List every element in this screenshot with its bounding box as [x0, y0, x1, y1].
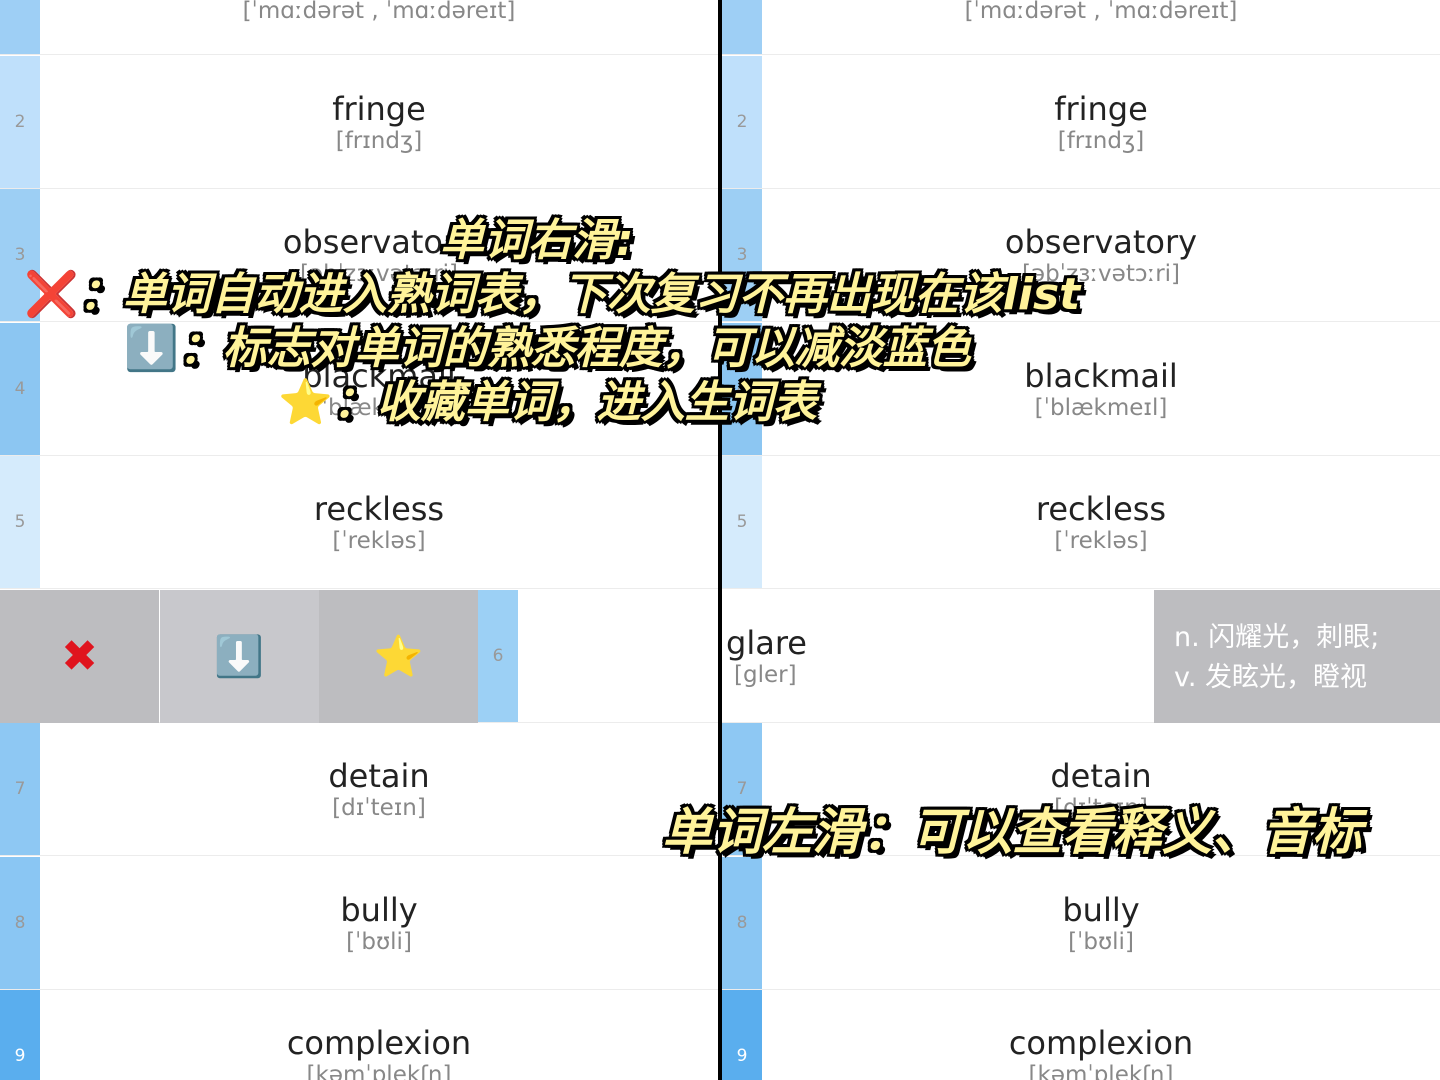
word-text: glare: [726, 623, 807, 662]
word-row[interactable]: 2 fringe [frɪndʒ]: [0, 55, 718, 189]
phonetic-text: [kəmˈplekʃn]: [306, 1062, 452, 1080]
caption-left-swipe: 单词左滑：可以查看释义、音标: [662, 803, 1362, 861]
word-text: fringe: [1054, 89, 1148, 128]
caption-star: ⭐：收藏单词，进入生词表: [278, 366, 817, 430]
familiarity-button[interactable]: ⬇️: [159, 589, 319, 723]
phonetic-text: [ˈbʊli]: [1068, 928, 1134, 955]
index-strip: 8: [722, 856, 762, 989]
word-row[interactable]: 5 reckless [ˈrekləs]: [722, 456, 1440, 589]
word-row[interactable]: ✖ ⬇️ ⭐ 6: [0, 589, 718, 723]
phonetic-text: [ˈblækmeɪl]: [1034, 394, 1168, 421]
x-icon: ❌: [24, 269, 79, 320]
index-strip: 8: [0, 856, 40, 989]
word-text: complexion: [1008, 1024, 1194, 1062]
phonetic-text: [ˈrekləs]: [332, 528, 426, 554]
word-text: reckless: [1035, 490, 1167, 528]
word-text: bully: [1062, 890, 1140, 929]
index-strip: 5: [722, 456, 762, 588]
index-strip: 5: [0, 456, 40, 588]
phonetic-text: [gler]: [734, 661, 797, 688]
right-panel: 1 [ˈmɑːdərət , ˈmɑːdəreɪt] 2 fringe[frɪndʒ]…: [722, 0, 1440, 1080]
word-row[interactable]: 8 bully [ˈbʊli]: [722, 856, 1440, 990]
definition-line: v. 发眩光，瞪视: [1174, 661, 1368, 693]
word-row[interactable]: 5 reckless [ˈrekləs]: [0, 456, 718, 589]
index-strip: 4: [0, 322, 40, 455]
phonetic-text: [frɪndʒ]: [335, 127, 423, 154]
index-strip: 7: [0, 723, 40, 855]
phonetic-text: [kəmˈplekʃn]: [1028, 1062, 1174, 1080]
index-strip: 2: [722, 55, 762, 188]
word-row[interactable]: 1 [ˈmɑːdərət , ˈmɑːdəreɪt]: [722, 0, 1440, 55]
index-strip: 2: [0, 55, 40, 188]
down-arrow-icon: ⬇️: [124, 323, 179, 374]
word-row[interactable]: 9 complexion [kəmˈplekʃn]: [722, 990, 1440, 1080]
word-row[interactable]: 8 bully [ˈbʊli]: [0, 856, 718, 990]
phonetic-text: [dɪˈteɪn]: [332, 795, 426, 821]
word-text: complexion: [286, 1024, 472, 1062]
word-row[interactable]: 7 detain [dɪˈteɪn]: [0, 723, 718, 856]
phonetic-text: [ˈmɑːdərət , ˈmɑːdəreɪt]: [242, 0, 516, 24]
index-strip: 9: [722, 990, 762, 1080]
star-icon: ⭐: [278, 377, 333, 428]
favorite-button[interactable]: ⭐: [319, 589, 478, 723]
word-text: bully: [340, 890, 418, 929]
mastered-button[interactable]: ✖: [0, 589, 159, 723]
word-row[interactable]: 9 complexion [kəmˈplekʃn]: [0, 990, 718, 1080]
word-row[interactable]: 1 [ˈmɑːdərət , ˈmɑːdəreɪt]: [0, 0, 718, 55]
phonetic-text: [ˈrekləs]: [1054, 528, 1148, 554]
definition-line: n. 闪耀光，刺眼;: [1174, 621, 1380, 653]
left-panel: 1 [ˈmɑːdərət , ˈmɑːdəreɪt] 2 fringe[frɪndʒ]…: [0, 0, 718, 1080]
word-row[interactable]: 2 fringe [frɪndʒ]: [722, 55, 1440, 189]
word-row[interactable]: 6glare[gler]n. 闪耀光，刺眼;v. 发眩光，瞪视: [722, 589, 1440, 723]
word-text: observatory: [1004, 223, 1198, 261]
word-text: fringe: [332, 89, 426, 128]
word-text: reckless: [313, 490, 445, 528]
index-strip: 1: [722, 0, 762, 54]
index-strip: 9: [0, 990, 40, 1080]
phonetic-text: [frɪndʒ]: [1057, 127, 1145, 154]
word-text: detain: [1050, 757, 1152, 795]
phonetic-text: [ˈbʊli]: [346, 928, 412, 955]
definition-panel: n. 闪耀光，刺眼; v. 发眩光，瞪视: [1154, 589, 1440, 723]
phonetic-text: [ˈmɑːdərət , ˈmɑːdəreɪt]: [964, 0, 1238, 24]
word-text: detain: [328, 757, 430, 795]
index-strip: 1: [0, 0, 40, 54]
index-strip: 6: [478, 589, 518, 722]
caption-star-text: ：收藏单词，进入生词表: [332, 377, 817, 428]
